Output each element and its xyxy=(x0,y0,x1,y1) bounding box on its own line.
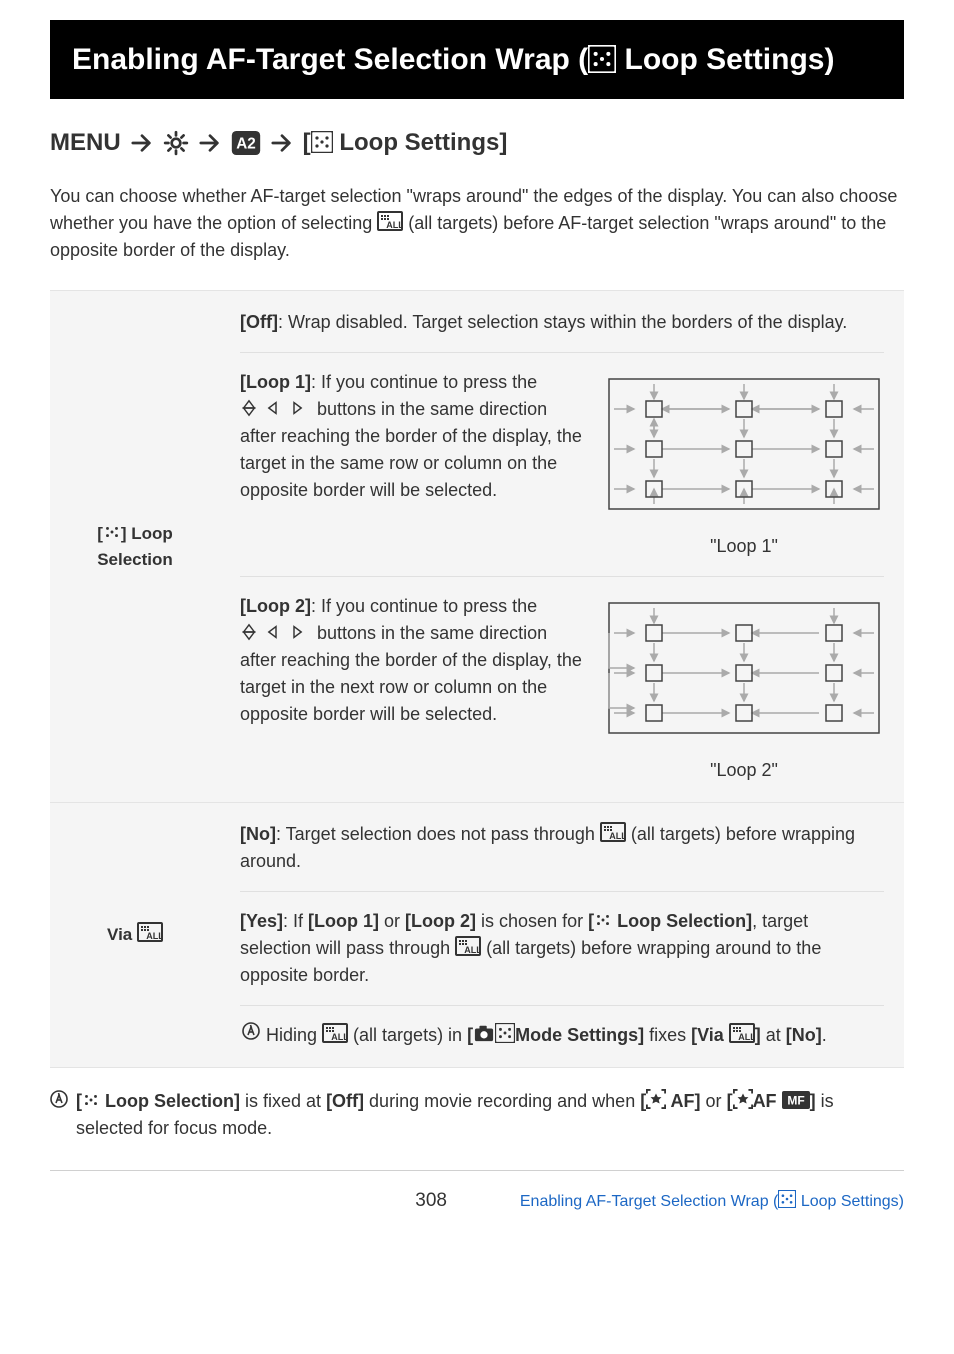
af-target-brackets-icon xyxy=(311,131,333,153)
option-loop2: [Loop 2]: If you continue to press the b… xyxy=(240,576,884,784)
row-label-via-all: Via xyxy=(50,803,220,1068)
title-post: Loop Settings) xyxy=(616,43,834,76)
arrow-right-icon xyxy=(129,132,155,154)
af-target-brackets-icon xyxy=(778,1190,796,1208)
loop-selection-cell: [Off]: Wrap disabled. Target selection s… xyxy=(220,291,904,803)
loop1-caption: "Loop 1" xyxy=(604,533,884,560)
page-footer: 308 Enabling AF-Target Selection Wrap ( … xyxy=(50,1187,904,1216)
option-no: [No]: Target selection does not pass thr… xyxy=(240,821,884,891)
af-target-dots-icon xyxy=(594,911,612,929)
arrow-right-icon xyxy=(197,132,223,154)
row-label-loop-selection: [] Loop Selection xyxy=(50,291,220,803)
breadcrumb: MENU [ Loop Settings] xyxy=(50,125,904,161)
intro-paragraph: You can choose whether AF-target selecti… xyxy=(50,183,904,264)
a2-tab-icon xyxy=(231,131,261,155)
title-pre: Enabling AF-Target Selection Wrap ( xyxy=(72,43,588,76)
all-targets-icon xyxy=(322,1023,348,1043)
loop1-diagram xyxy=(604,369,884,519)
gear-icon xyxy=(163,130,189,156)
camera-icon xyxy=(473,1023,495,1043)
footer-rule xyxy=(50,1170,904,1171)
all-targets-icon xyxy=(137,922,163,942)
dpad-arrows-icon xyxy=(240,399,312,417)
loop2-caption: "Loop 2" xyxy=(604,757,884,784)
af-target-brackets-icon xyxy=(588,45,616,73)
option-yes: [Yes]: If [Loop 1] or [Loop 2] is chosen… xyxy=(240,891,884,1005)
af-target-brackets-icon xyxy=(495,1023,515,1043)
info-icon xyxy=(242,1022,260,1049)
dpad-arrows-icon xyxy=(240,623,312,641)
star-focus-icon xyxy=(646,1089,666,1109)
page-title: Enabling AF-Target Selection Wrap ( Loop… xyxy=(50,20,904,99)
af-target-dots-icon xyxy=(82,1091,100,1109)
all-targets-icon xyxy=(455,936,481,956)
page-number: 308 xyxy=(50,1187,477,1216)
all-targets-icon xyxy=(600,822,626,842)
menu-label: MENU xyxy=(50,125,121,161)
all-targets-icon xyxy=(729,1023,755,1043)
mf-badge-icon xyxy=(782,1091,810,1109)
option-off: [Off]: Wrap disabled. Target selection s… xyxy=(240,309,884,352)
all-targets-icon xyxy=(377,211,403,231)
breadcrumb-last: [ Loop Settings] xyxy=(303,125,508,161)
arrow-right-icon xyxy=(269,132,295,154)
option-loop1: [Loop 1]: If you continue to press the b… xyxy=(240,352,884,576)
via-all-cell: [No]: Target selection does not pass thr… xyxy=(220,803,904,1068)
af-target-dots-icon xyxy=(103,523,121,541)
via-all-note: Hiding (all targets) in [Mode Settings] … xyxy=(240,1005,884,1049)
info-icon xyxy=(50,1088,70,1142)
footnote: [ Loop Selection] is fixed at [Off] duri… xyxy=(50,1088,904,1142)
settings-table: [] Loop Selection [Off]: Wrap disabled. … xyxy=(50,290,904,1068)
star-focus-icon xyxy=(733,1089,753,1109)
footer-title: Enabling AF-Target Selection Wrap ( Loop… xyxy=(477,1190,904,1213)
loop2-diagram xyxy=(604,593,884,743)
